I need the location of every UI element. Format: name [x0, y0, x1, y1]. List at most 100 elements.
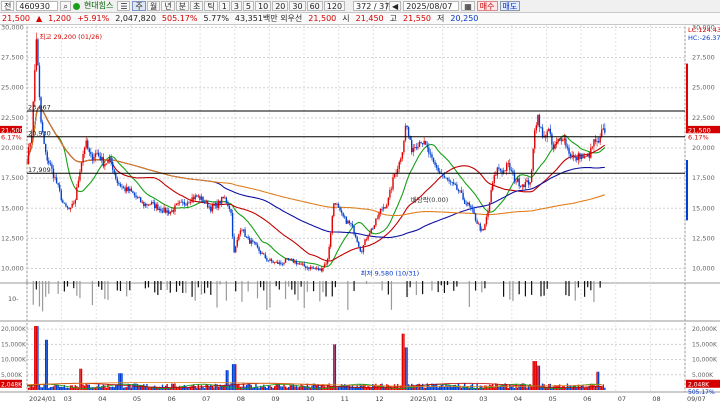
candle-body: [549, 128, 552, 134]
candle-body: [228, 206, 231, 210]
sell-button[interactable]: 매도: [499, 1, 521, 11]
candle-body: [292, 258, 295, 263]
candle-body: [526, 180, 528, 183]
candle-body: [295, 261, 298, 265]
candle-body: [401, 152, 404, 159]
period-button-12[interactable]: 60: [306, 1, 323, 11]
candle-body: [87, 140, 89, 149]
y-tick-label-left: 25,000: [1, 84, 24, 92]
candle-body: [133, 193, 136, 196]
candle-body: [96, 152, 98, 154]
candle-body: [448, 179, 450, 182]
period-button-1[interactable]: 월: [146, 1, 161, 11]
candle-body: [241, 230, 243, 232]
period-button-10[interactable]: 20: [272, 1, 289, 11]
candle-body: [350, 223, 352, 224]
period-button-11[interactable]: 30: [289, 1, 306, 11]
osc-bar: [41, 281, 44, 312]
candle-body: [339, 207, 341, 211]
osc-bar: [57, 281, 59, 294]
search-icon[interactable]: ⌕: [60, 1, 71, 11]
volume-bar: [498, 386, 500, 390]
candle-body: [487, 211, 489, 217]
calendar-icon[interactable]: ▦: [461, 1, 475, 11]
osc-bar: [502, 281, 505, 297]
candle-body: [289, 258, 291, 260]
volume-bar: [87, 384, 89, 390]
volume-bar: [202, 386, 204, 390]
candle-body: [113, 169, 115, 173]
candle-body: [411, 139, 413, 153]
stock-code-input[interactable]: 460930: [16, 1, 59, 11]
period-button-0[interactable]: 주: [132, 1, 146, 11]
candle-body: [599, 136, 601, 143]
osc-bar: [353, 281, 355, 291]
candle-body: [353, 226, 355, 235]
volume-bar: [37, 326, 39, 390]
volume-bar: [191, 385, 193, 390]
candle-body: [122, 186, 125, 188]
candle-body: [382, 207, 385, 209]
candle-body: [423, 140, 425, 145]
candle-body: [94, 153, 97, 157]
candle-body: [470, 205, 472, 208]
volume-bar: [62, 386, 64, 390]
candle-body: [524, 182, 527, 188]
candle-body: [359, 246, 362, 252]
candle-body: [266, 258, 268, 261]
osc-bar: [185, 281, 187, 293]
candle-body: [281, 264, 284, 265]
osc-bar: [390, 281, 393, 310]
volume-bar: [247, 383, 249, 390]
candle-body: [149, 204, 151, 206]
period-button-4[interactable]: 초: [189, 1, 204, 11]
candle-body: [591, 146, 594, 148]
candle-body: [261, 253, 263, 255]
volume-bar: [83, 385, 86, 390]
period-button-9[interactable]: 10: [255, 1, 272, 11]
volume-bar: [440, 384, 442, 390]
period-button-8[interactable]: 5: [242, 1, 255, 11]
volume-bar: [479, 385, 481, 390]
volume-bar: [65, 387, 67, 390]
volume-tick-label-left: 20,000K: [1, 326, 27, 333]
period-button-2[interactable]: 년: [161, 1, 175, 11]
chart-background: [0, 25, 720, 404]
candle-body: [63, 202, 66, 204]
candle-body: [34, 70, 36, 102]
period-button-7[interactable]: 3: [230, 1, 242, 11]
volume-tick-label-right: 5,000K: [692, 372, 714, 379]
period-button-5[interactable]: 틱: [204, 1, 218, 11]
volume-bar: [116, 384, 119, 390]
candle-body: [601, 129, 603, 137]
candle-body: [404, 125, 407, 141]
candle-body: [85, 140, 87, 148]
candle-body: [136, 197, 139, 199]
period-button-3[interactable]: 분: [175, 1, 189, 11]
volume-bar: [403, 333, 405, 390]
period-button-6[interactable]: 1: [218, 1, 230, 11]
candle-body: [513, 172, 516, 182]
menu-icon[interactable]: ☰: [117, 1, 131, 11]
candle-body: [579, 153, 581, 159]
market-select[interactable]: 전: [1, 1, 15, 11]
osc-bar: [98, 281, 100, 287]
candle-body: [129, 188, 131, 191]
osc-bar: [574, 281, 576, 301]
volume-bar: [266, 387, 268, 390]
price-chart[interactable]: 30,000 30,00027,500 27,50025,000 25,00022,5…: [0, 25, 720, 404]
chevron-left-icon[interactable]: ◀: [389, 1, 402, 11]
candle-body: [449, 181, 452, 183]
candle-body: [320, 268, 323, 272]
osc-bar: [101, 281, 103, 290]
candle-body: [435, 165, 438, 168]
volume-bar: [333, 344, 335, 390]
volume-bar: [208, 387, 210, 390]
candle-body: [580, 154, 583, 159]
candle-body: [49, 163, 52, 165]
volume-bar: [102, 384, 105, 390]
low-price: 20,250: [450, 14, 479, 23]
buy-button[interactable]: 매수: [476, 1, 498, 11]
period-button-13[interactable]: 120: [323, 1, 346, 11]
date-input[interactable]: 2025/08/07: [403, 1, 460, 11]
